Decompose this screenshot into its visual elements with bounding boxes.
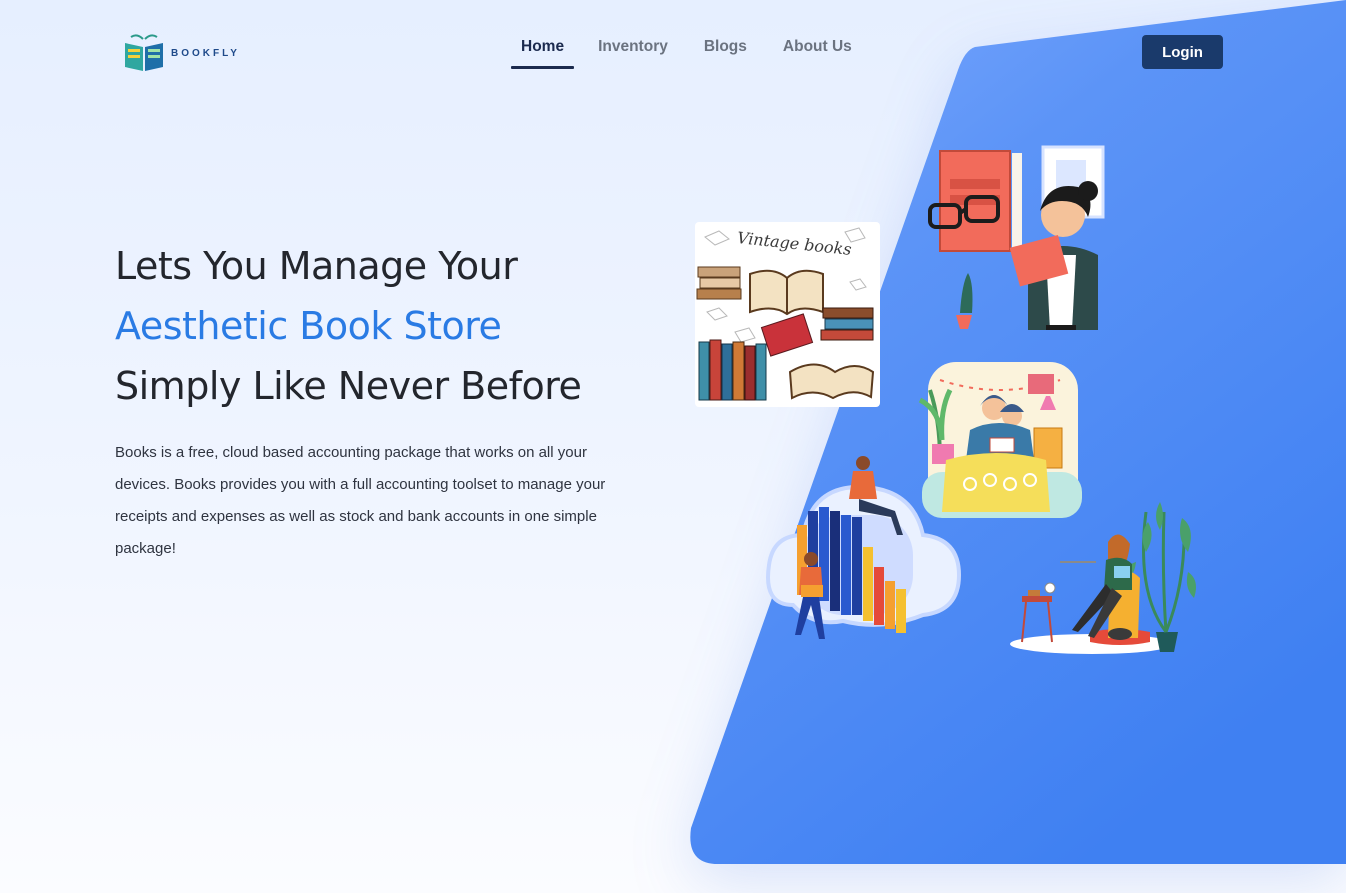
hero-heading: Lets You Manage Your Aesthetic Book Stor… (115, 236, 582, 416)
open-book-logo-icon (125, 34, 163, 71)
nav-inventory[interactable]: Inventory (580, 38, 686, 62)
cloud-library-illustration (766, 456, 962, 639)
woman-reading-illustration (928, 145, 1105, 330)
login-button[interactable]: Login (1142, 35, 1223, 69)
vintage-books-illustration: Vintage books (695, 222, 880, 407)
main-navigation: Home Inventory Blogs About Us (511, 38, 870, 69)
hero-description: Books is a free, cloud based accounting … (115, 444, 606, 557)
nav-home[interactable]: Home (511, 38, 575, 69)
armchair-reading-illustration (1010, 502, 1196, 654)
nav-about-us[interactable]: About Us (765, 38, 870, 62)
hero-heading-accent: Aesthetic Book Store (115, 304, 502, 348)
brand-name: BOOKFLY (171, 47, 240, 59)
hero-heading-line-3: Simply Like Never Before (115, 364, 582, 408)
hero-heading-line-1: Lets You Manage Your (115, 244, 518, 288)
nav-blogs[interactable]: Blogs (686, 38, 765, 62)
brand-logo[interactable]: BOOKFLY (123, 33, 240, 73)
